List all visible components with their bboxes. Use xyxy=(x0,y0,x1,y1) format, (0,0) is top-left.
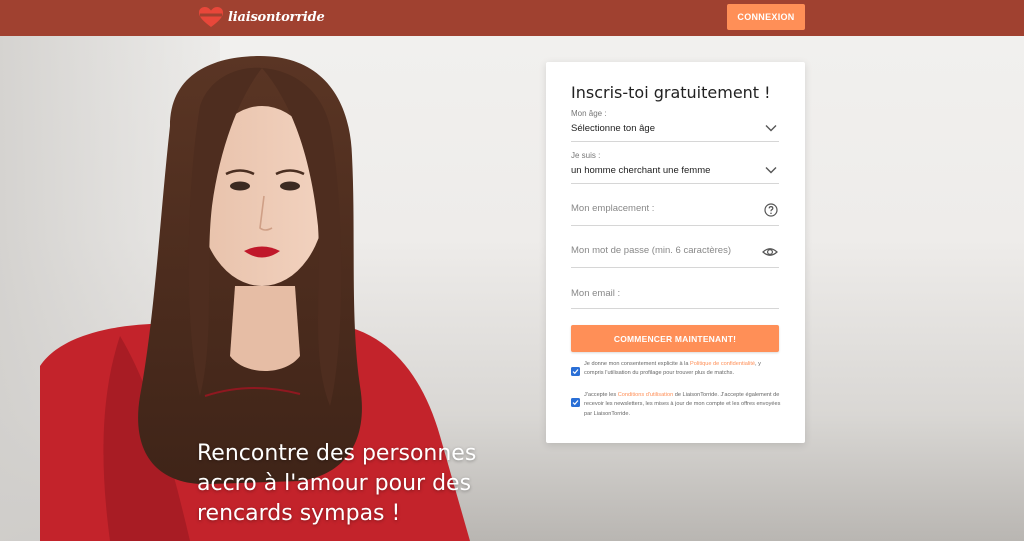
chevron-down-icon xyxy=(765,167,777,174)
terms-consent: J'accepte les Conditions d'utilisation d… xyxy=(571,391,781,419)
top-bar: liaisontorride CONNEXION xyxy=(0,0,1024,36)
age-label: Mon âge : xyxy=(571,109,607,118)
privacy-policy-link[interactable]: Politique de confidentialité xyxy=(690,361,755,367)
email-field[interactable]: Mon email : xyxy=(571,288,779,309)
hero-tagline: Rencontre des personnes accro à l'amour … xyxy=(197,441,477,526)
start-now-button[interactable]: COMMENCER MAINTENANT! xyxy=(571,325,779,352)
terms-consent-text: J'accepte les Conditions d'utilisation d… xyxy=(584,392,781,417)
terms-of-use-link[interactable]: Conditions d'utilisation xyxy=(618,392,673,398)
gender-value: un homme cherchant une femme xyxy=(571,165,711,176)
privacy-consent-text: Je donne mon consentement explicite à la… xyxy=(584,361,761,377)
hero-section: Rencontre des personnes accro à l'amour … xyxy=(0,36,1024,541)
privacy-consent-checkbox[interactable] xyxy=(571,367,580,376)
question-circle-icon[interactable] xyxy=(764,203,778,217)
signup-title: Inscris-toi gratuitement ! xyxy=(571,83,771,102)
logo-text: liaisontorride xyxy=(228,9,325,25)
gender-select[interactable]: Je suis : un homme cherchant une femme xyxy=(571,151,779,184)
terms-consent-checkbox[interactable] xyxy=(571,398,580,407)
location-field[interactable]: Mon emplacement : xyxy=(571,203,779,226)
password-field[interactable]: Mon mot de passe (min. 6 caractères) xyxy=(571,245,779,268)
location-placeholder: Mon emplacement : xyxy=(571,203,655,214)
chevron-down-icon xyxy=(765,125,777,132)
privacy-consent: Je donne mon consentement explicite à la… xyxy=(571,360,781,379)
signup-card: Inscris-toi gratuitement ! Mon âge : Sél… xyxy=(546,62,805,443)
gender-label: Je suis : xyxy=(571,151,601,160)
eye-icon[interactable] xyxy=(762,245,778,259)
email-placeholder: Mon email : xyxy=(571,288,621,299)
login-button[interactable]: CONNEXION xyxy=(727,4,805,30)
age-value: Sélectionne ton âge xyxy=(571,123,655,134)
age-select[interactable]: Mon âge : Sélectionne ton âge xyxy=(571,109,779,142)
site-logo[interactable]: liaisontorride xyxy=(198,6,325,28)
heart-logo-icon xyxy=(198,6,224,28)
password-placeholder: Mon mot de passe (min. 6 caractères) xyxy=(571,245,731,256)
